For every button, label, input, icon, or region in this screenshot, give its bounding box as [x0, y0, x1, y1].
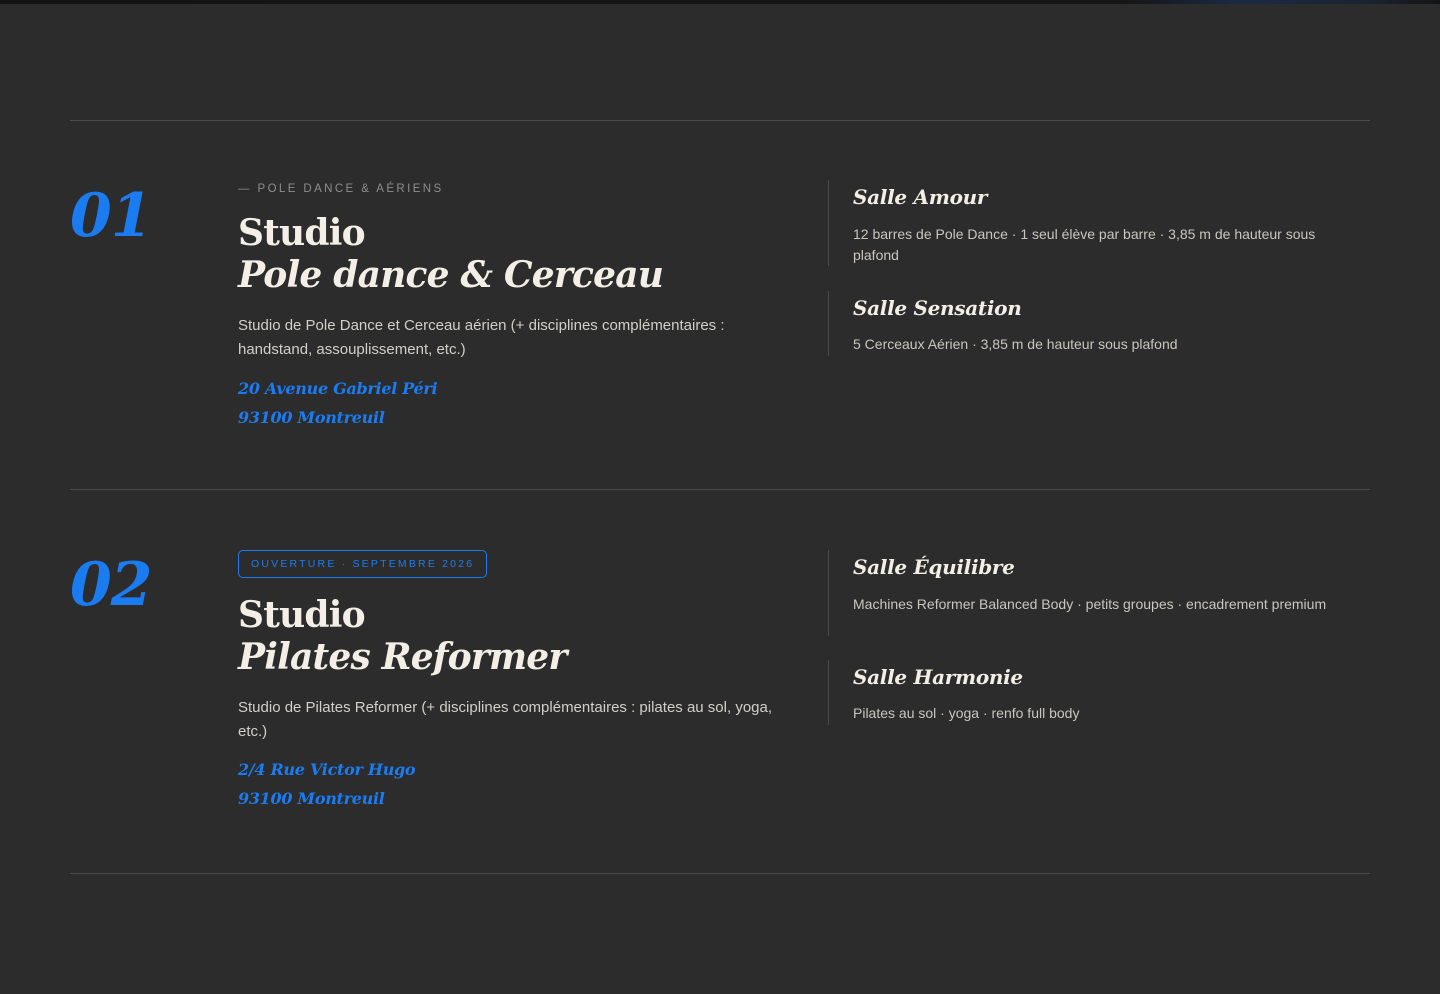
address-city[interactable]: 93100 Montreuil — [238, 403, 798, 432]
studio-title-main: Studio — [238, 212, 366, 254]
studio-category-label: — POLE DANCE & AÉRIENS — [238, 183, 444, 195]
studio-address[interactable]: 2/4 Rue Victor Hugo 93100 Montreuil — [238, 755, 798, 813]
top-strip — [0, 0, 1440, 4]
room-name: Salle Harmonie — [853, 665, 1023, 689]
section-divider — [70, 120, 1370, 121]
studio-title-subtitle: Pole dance & Cerceau — [238, 254, 664, 296]
room-description: 5 Cerceaux Aérien · 3,85 m de hauteur so… — [853, 336, 1178, 352]
room-name: Salle Équilibre — [853, 555, 1015, 579]
studio-rooms: Salle Amour 12 barres de Pole Dance · 1 … — [828, 180, 1348, 356]
room-card: Salle Équilibre Machines Reformer Balanc… — [828, 550, 1348, 636]
section-divider — [70, 873, 1370, 874]
studio-title: Studio Pilates Reformer — [238, 594, 798, 678]
section-divider — [70, 489, 1370, 490]
room-card: Salle Amour 12 barres de Pole Dance · 1 … — [828, 180, 1348, 266]
studio-description: Studio de Pole Dance et Cerceau aérien (… — [238, 317, 725, 358]
studio-main: OUVERTURE · SEPTEMBRE 2026 Studio Pilate… — [238, 550, 798, 813]
studio-description: Studio de Pilates Reformer (+ discipline… — [238, 699, 773, 740]
studio-number: 02 — [70, 550, 152, 620]
room-card: Salle Harmonie Pilates au sol · yoga · r… — [828, 660, 1348, 725]
address-street[interactable]: 2/4 Rue Victor Hugo — [238, 755, 798, 784]
address-city[interactable]: 93100 Montreuil — [238, 784, 798, 813]
studio-title-subtitle: Pilates Reformer — [238, 636, 567, 678]
room-description: Machines Reformer Balanced Body · petits… — [853, 596, 1327, 612]
studio-title-main: Studio — [238, 594, 366, 636]
room-description: 12 barres de Pole Dance · 1 seul élève p… — [853, 226, 1316, 263]
studio-address[interactable]: 20 Avenue Gabriel Péri 93100 Montreuil — [238, 374, 798, 432]
room-card: Salle Sensation 5 Cerceaux Aérien · 3,85… — [828, 291, 1348, 356]
studio-number: 01 — [70, 181, 152, 251]
room-description: Pilates au sol · yoga · renfo full body — [853, 705, 1080, 721]
studio-rooms: Salle Équilibre Machines Reformer Balanc… — [828, 550, 1348, 725]
studio-title: Studio Pole dance & Cerceau — [238, 212, 798, 296]
room-name: Salle Amour — [853, 185, 988, 209]
opening-badge: OUVERTURE · SEPTEMBRE 2026 — [238, 550, 488, 578]
address-street[interactable]: 20 Avenue Gabriel Péri — [238, 374, 798, 403]
room-name: Salle Sensation — [853, 296, 1022, 320]
studio-main: — POLE DANCE & AÉRIENS Studio Pole dance… — [238, 180, 798, 432]
